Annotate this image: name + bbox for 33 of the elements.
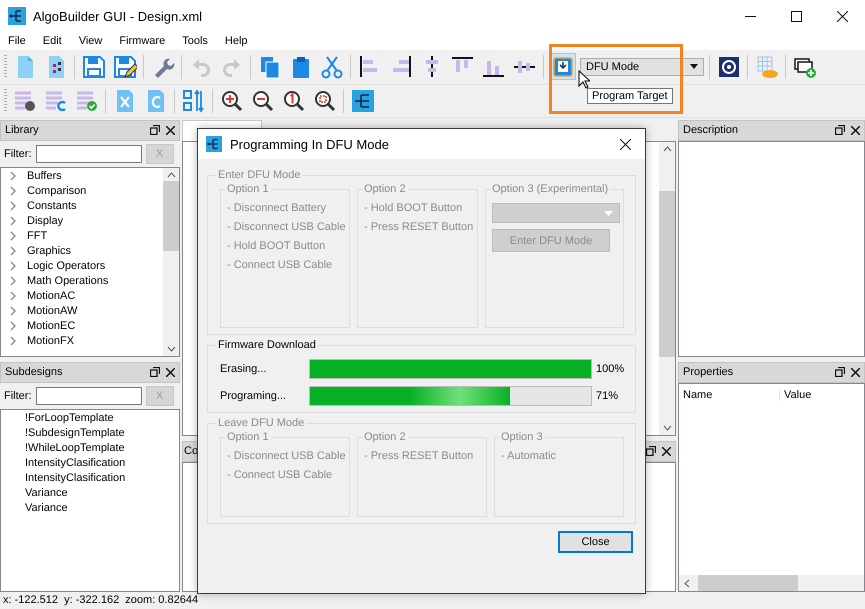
option-title: Option 3 (Experimental): [491, 183, 610, 195]
group-title: Enter DFU Mode: [217, 169, 302, 181]
step-text: - Connect USB Cable: [227, 468, 332, 483]
status-text: x: -122.512 y: -322.162 zoom: 0.82644: [2, 593, 200, 608]
option-title: Option 1: [226, 431, 270, 443]
group-title: Firmware Download: [217, 339, 317, 351]
window-title: AlgoBuilder GUI - Design.xml: [33, 8, 202, 24]
tooltip: Program Target: [587, 88, 673, 104]
group-title: Leave DFU Mode: [217, 417, 306, 429]
step-text: - Hold BOOT Button: [364, 201, 462, 216]
step-text: - Automatic: [501, 449, 556, 464]
step-text: - Disconnect USB Cable: [227, 449, 346, 464]
progress-label: Programing...: [220, 390, 288, 402]
dock-title: Description: [683, 124, 738, 136]
progress-reading: 100%: [596, 363, 624, 375]
dock-title: Properties: [683, 366, 734, 378]
step-text: - Disconnect Battery: [227, 201, 326, 216]
option-title: Option 2: [363, 183, 407, 195]
dialog-title: Programming In DFU Mode: [230, 136, 389, 152]
filter-label: Filter:: [4, 390, 32, 402]
dock-title: Library: [5, 124, 39, 136]
step-text: - Connect USB Cable: [227, 258, 332, 273]
option-title: Option 2: [363, 431, 407, 443]
step-text: - Disconnect USB Cable: [227, 220, 346, 235]
filter-label: Filter:: [4, 148, 32, 160]
option-title: Option 1: [226, 183, 270, 195]
step-text: - Hold BOOT Button: [227, 239, 326, 254]
progress-label: Erasing...: [220, 363, 268, 375]
option-title: Option 3: [500, 431, 544, 443]
step-text: - Press RESET Button: [364, 449, 474, 464]
progress-reading: 71%: [596, 390, 618, 402]
step-text: - Press RESET Button: [364, 220, 474, 235]
dock-title: Subdesigns: [5, 366, 62, 378]
